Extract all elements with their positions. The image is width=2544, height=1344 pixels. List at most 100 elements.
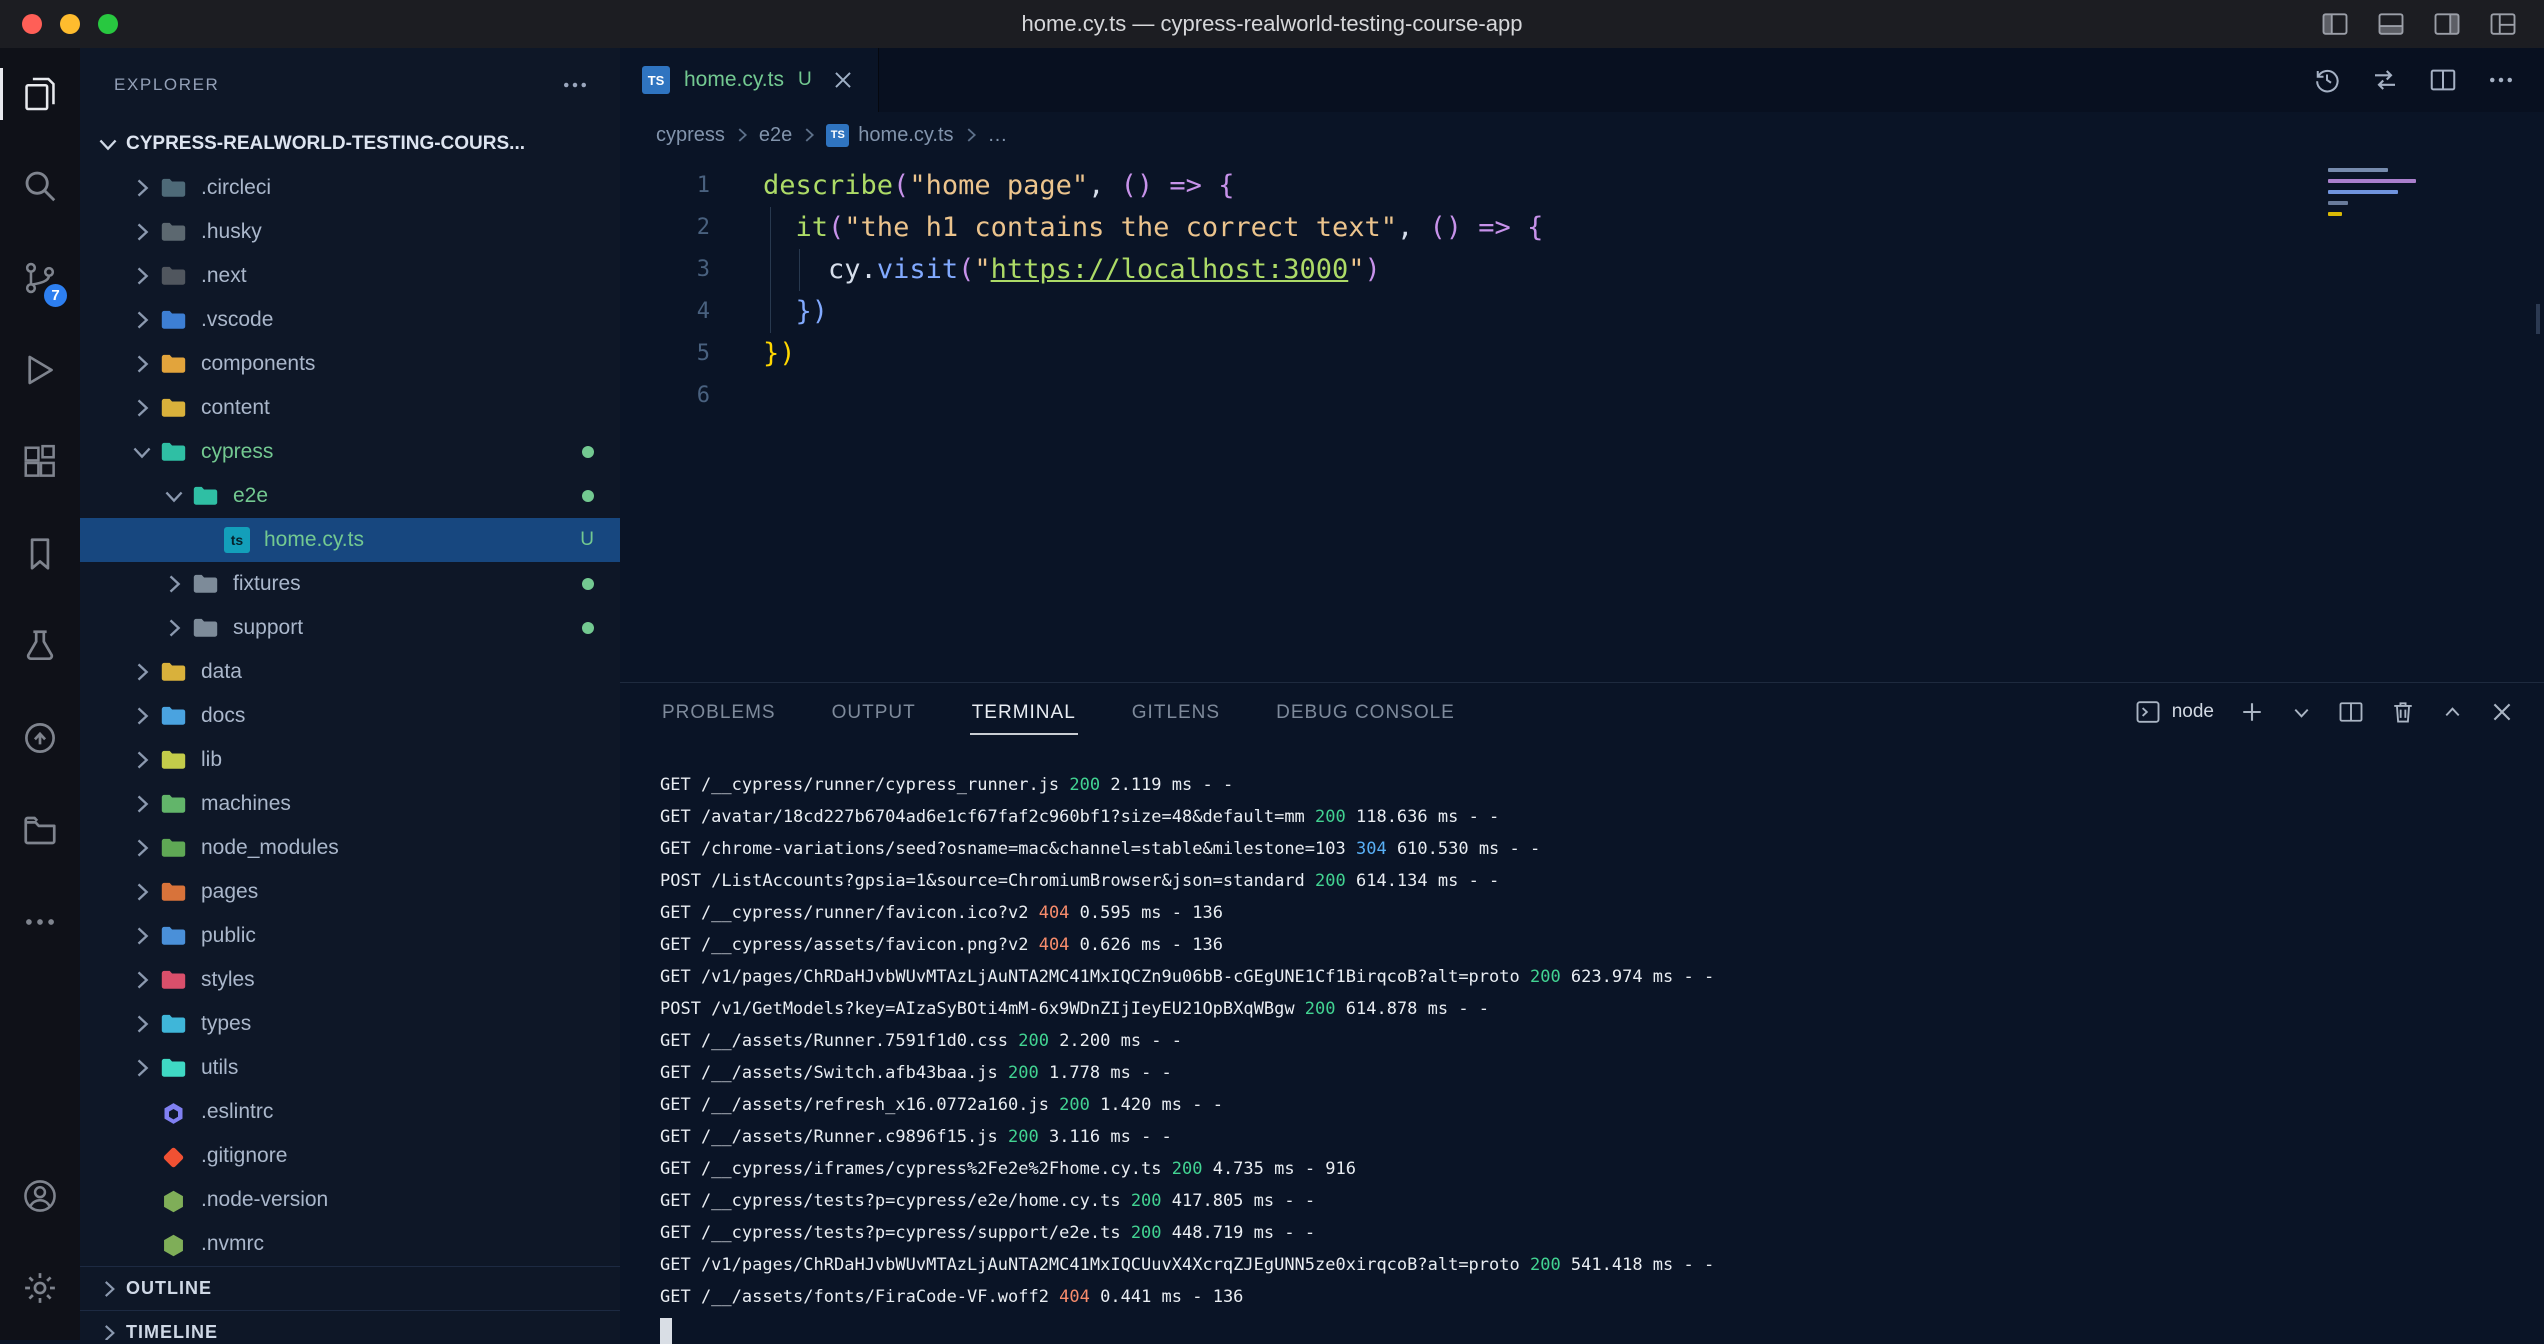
layout-sidebar-right-icon[interactable] bbox=[2432, 9, 2462, 39]
git-status-badge: U bbox=[580, 529, 594, 551]
tab-close-icon[interactable] bbox=[830, 67, 856, 93]
folder-icon bbox=[160, 880, 187, 904]
git-modified-dot bbox=[582, 446, 594, 458]
token: }) bbox=[763, 338, 796, 369]
tree-item-components[interactable]: components bbox=[80, 342, 620, 386]
layout-panel-icon[interactable] bbox=[2376, 9, 2406, 39]
chevron-right-icon bbox=[96, 1276, 122, 1302]
history-icon[interactable] bbox=[2312, 65, 2342, 95]
activity-search[interactable] bbox=[0, 140, 80, 232]
token: " bbox=[1348, 254, 1364, 285]
tree-item-lib[interactable]: lib bbox=[80, 738, 620, 782]
close-panel-button[interactable] bbox=[2488, 698, 2516, 726]
code-line: 4 }) bbox=[620, 291, 2544, 333]
activity-extensions[interactable] bbox=[0, 416, 80, 508]
terminal-shell-selector[interactable]: node bbox=[2134, 698, 2214, 726]
code-editor[interactable]: 1describe("home page", () => {2 it("the … bbox=[620, 158, 2544, 682]
chevron-right-icon bbox=[96, 1320, 122, 1341]
extensions-icon bbox=[21, 443, 59, 481]
section-outline[interactable]: OUTLINE bbox=[80, 1266, 620, 1310]
activity-testing[interactable] bbox=[0, 600, 80, 692]
folder-icon bbox=[160, 968, 187, 992]
launch-profile-button[interactable] bbox=[2290, 701, 2313, 724]
tree-item-gitignore[interactable]: .gitignore bbox=[80, 1134, 620, 1178]
tree-item-support[interactable]: support bbox=[80, 606, 620, 650]
activity-source-control[interactable]: 7 bbox=[0, 232, 80, 324]
token: ( bbox=[958, 254, 974, 285]
timing-text: 614.878 ms - - bbox=[1336, 999, 1490, 1019]
terminal-line: POST /ListAccounts?gpsia=1&source=Chromi… bbox=[660, 865, 2544, 897]
tree-item-fixtures[interactable]: fixtures bbox=[80, 562, 620, 606]
tree-item-data[interactable]: data bbox=[80, 650, 620, 694]
layout-sidebar-icon[interactable] bbox=[2320, 9, 2350, 39]
explorer-more-actions-icon[interactable] bbox=[560, 70, 590, 100]
timing-text: 417.805 ms - - bbox=[1162, 1191, 1316, 1211]
tree-item-docs[interactable]: docs bbox=[80, 694, 620, 738]
close-button[interactable] bbox=[22, 14, 42, 34]
tree-item-e2e[interactable]: e2e bbox=[80, 474, 620, 518]
tree-item-node-version[interactable]: .node-version bbox=[80, 1178, 620, 1222]
tree-item-pages[interactable]: pages bbox=[80, 870, 620, 914]
folder-icon bbox=[160, 440, 187, 464]
activity-bar-top: 7 bbox=[0, 48, 80, 968]
breadcrumb-cypress[interactable]: cypress bbox=[656, 124, 725, 147]
section-timeline[interactable]: TIMELINE bbox=[80, 1310, 620, 1340]
layout-customize-icon[interactable] bbox=[2488, 9, 2518, 39]
item-label: styles bbox=[201, 968, 255, 992]
more-icon[interactable] bbox=[2486, 65, 2516, 95]
activity-sync[interactable] bbox=[0, 692, 80, 784]
tree-item-machines[interactable]: machines bbox=[80, 782, 620, 826]
tree-item-types[interactable]: types bbox=[80, 1002, 620, 1046]
zoom-button[interactable] bbox=[98, 14, 118, 34]
open-changes-icon[interactable] bbox=[2370, 65, 2400, 95]
panel-tab-problems[interactable]: PROBLEMS bbox=[660, 689, 778, 735]
tree-item-husky[interactable]: .husky bbox=[80, 210, 620, 254]
token bbox=[1153, 170, 1169, 201]
chevron-right-icon bbox=[128, 218, 156, 246]
tree-item-public[interactable]: public bbox=[80, 914, 620, 958]
tree-item-node-modules[interactable]: node_modules bbox=[80, 826, 620, 870]
indent-spacer bbox=[128, 1142, 156, 1170]
activity-account[interactable] bbox=[0, 1150, 80, 1242]
activity-explorer[interactable] bbox=[0, 48, 80, 140]
tab-home-cy-ts[interactable]: TS home.cy.ts U bbox=[620, 48, 879, 112]
breadcrumb-separator-icon bbox=[960, 124, 982, 146]
tree-item-next[interactable]: .next bbox=[80, 254, 620, 298]
breadcrumb-home-cy-ts[interactable]: TShome.cy.ts bbox=[826, 124, 953, 147]
split-terminal-button[interactable] bbox=[2337, 698, 2365, 726]
activity-more[interactable] bbox=[0, 876, 80, 968]
git-modified-dot bbox=[582, 578, 594, 590]
activity-run-debug[interactable] bbox=[0, 324, 80, 416]
split-icon[interactable] bbox=[2428, 65, 2458, 95]
activity-settings[interactable] bbox=[0, 1242, 80, 1334]
panel-tab-debug-console[interactable]: DEBUG CONSOLE bbox=[1274, 689, 1457, 735]
tree-item-nvmrc[interactable]: .nvmrc bbox=[80, 1222, 620, 1266]
breadcrumb-e2e[interactable]: e2e bbox=[759, 124, 792, 147]
item-label: .eslintrc bbox=[201, 1100, 273, 1124]
breadcrumb-[interactable]: … bbox=[988, 124, 1008, 147]
tree-item-cypress[interactable]: cypress bbox=[80, 430, 620, 474]
minimize-button[interactable] bbox=[60, 14, 80, 34]
tree-item-utils[interactable]: utils bbox=[80, 1046, 620, 1090]
tree-item-vscode[interactable]: .vscode bbox=[80, 298, 620, 342]
folder-icon bbox=[160, 1056, 187, 1080]
new-terminal-button[interactable] bbox=[2238, 698, 2266, 726]
kill-terminal-button[interactable] bbox=[2389, 698, 2417, 726]
maximize-panel-button[interactable] bbox=[2441, 701, 2464, 724]
code-text: it("the h1 contains the correct text", (… bbox=[710, 207, 1543, 249]
chevron-right-icon bbox=[128, 174, 156, 202]
tree-project-root[interactable]: CYPRESS-REALWORLD-TESTING-COURS... bbox=[80, 122, 620, 166]
tree-item-styles[interactable]: styles bbox=[80, 958, 620, 1002]
panel-tab-output[interactable]: OUTPUT bbox=[830, 689, 918, 735]
chevron-right-icon bbox=[128, 1010, 156, 1038]
activity-bookmarks[interactable] bbox=[0, 508, 80, 600]
indent-spacer bbox=[192, 526, 220, 554]
panel-tab-terminal[interactable]: TERMINAL bbox=[970, 689, 1078, 735]
activity-remote-folder[interactable] bbox=[0, 784, 80, 876]
terminal-output[interactable]: GET /__cypress/runner/cypress_runner.js … bbox=[620, 741, 2544, 1340]
tree-item-circleci[interactable]: .circleci bbox=[80, 166, 620, 210]
tree-item-content[interactable]: content bbox=[80, 386, 620, 430]
tree-item-home-cy-ts[interactable]: tshome.cy.tsU bbox=[80, 518, 620, 562]
tree-item-eslintrc[interactable]: .eslintrc bbox=[80, 1090, 620, 1134]
panel-tab-gitlens[interactable]: GITLENS bbox=[1130, 689, 1222, 735]
